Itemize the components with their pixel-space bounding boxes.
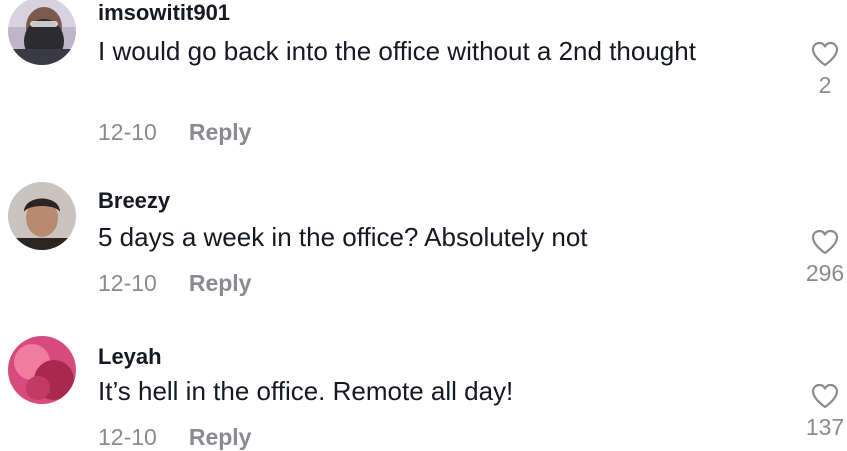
comment-meta: 12-10 Reply [98,270,251,297]
avatar-image [8,0,76,65]
avatar[interactable] [8,336,76,404]
comment-text: 5 days a week in the office? Absolutely … [98,222,588,252]
like-count: 2 [818,72,832,98]
avatar[interactable] [8,0,76,65]
reply-button[interactable]: Reply [189,270,252,296]
avatar[interactable] [8,182,76,250]
heart-outline-icon [811,229,839,255]
comment-username[interactable]: imsowitit901 [98,0,230,26]
like-button[interactable]: 2 [795,40,847,99]
heart-outline-icon [811,41,839,67]
comment-date: 12-10 [98,119,157,145]
comment-meta: 12-10 Reply [98,119,251,146]
comment-date: 12-10 [98,270,157,296]
comment-item: imsowitit901 I would go back into the of… [0,0,847,160]
like-count: 137 [805,414,845,440]
comment-text: It’s hell in the office. Remote all day! [98,376,514,406]
comment-username[interactable]: Breezy [98,188,170,214]
comment-date: 12-10 [98,424,157,450]
like-count: 296 [805,260,845,286]
avatar-image [8,336,76,404]
avatar-image [8,182,76,250]
like-button[interactable]: 137 [795,382,847,441]
reply-button[interactable]: Reply [189,424,252,450]
comment-username[interactable]: Leyah [98,344,162,370]
comment-item: Leyah It’s hell in the office. Remote al… [0,334,847,450]
comment-meta: 12-10 Reply [98,424,251,451]
like-button[interactable]: 296 [795,228,847,287]
heart-outline-icon [811,383,839,409]
comment-text: I would go back into the office without … [98,36,696,66]
reply-button[interactable]: Reply [189,119,252,145]
comment-item: Breezy 5 days a week in the office? Abso… [0,180,847,310]
